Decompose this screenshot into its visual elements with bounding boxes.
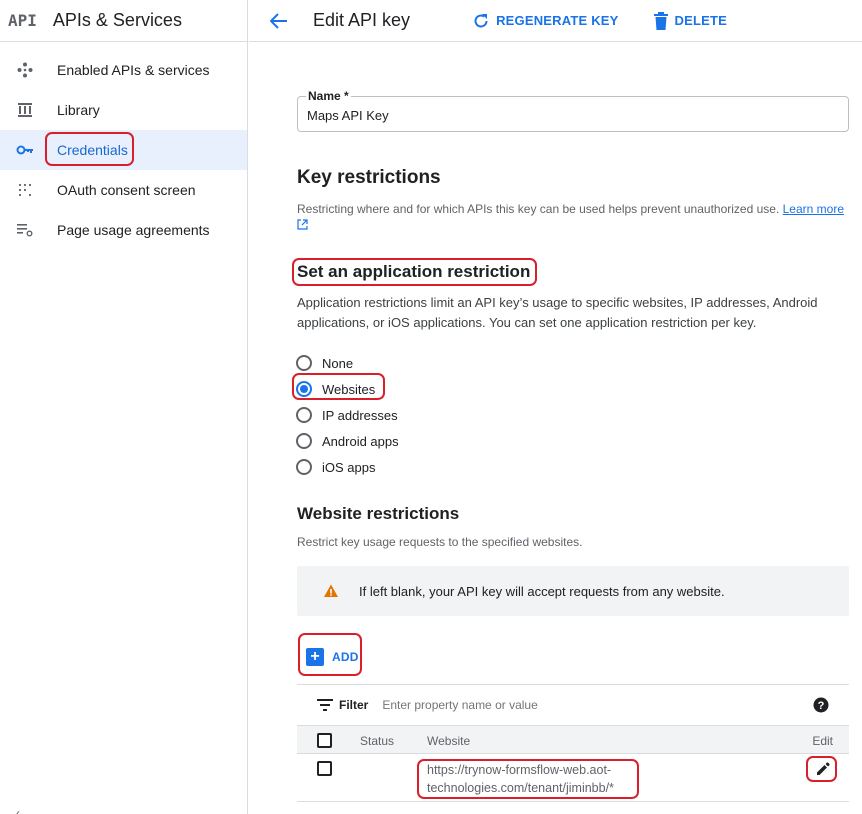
sidebar-item-label: Enabled APIs & services [57,62,210,78]
sidebar: API APIs & Services Enabled APIs & servi… [0,0,248,814]
diamond-dots-icon [16,61,34,79]
page-title: Edit API key [313,10,411,30]
key-restrictions-text: Restricting where and for which APIs thi… [297,202,780,216]
collapse-sidebar-icon[interactable]: ‹ [16,806,20,814]
key-restrictions-heading: Key restrictions [297,167,441,188]
radio-option-ip-addresses[interactable]: IP addresses [296,402,399,428]
sidebar-item-label: Library [57,102,100,118]
sidebar-item-label: Credentials [57,142,128,158]
filter-icon[interactable] [317,699,333,711]
sidebar-item-library[interactable]: Library [0,90,247,130]
library-icon [16,101,34,119]
delete-label: DELETE [674,13,728,28]
radio-button[interactable] [296,407,312,423]
radio-button[interactable] [296,433,312,449]
external-link-icon[interactable] [297,218,308,234]
sidebar-item-page-usage[interactable]: Page usage agreements [0,210,247,250]
help-icon[interactable]: ? [813,697,829,713]
add-label: ADD [332,650,359,664]
app-restriction-radio-group: None Websites IP addresses Android apps … [296,350,399,480]
regenerate-key-button[interactable]: REGENERATE KEY [472,12,618,30]
refresh-icon [474,13,488,27]
api-logo: API [8,11,37,30]
radio-option-none[interactable]: None [296,350,399,376]
settings-list-icon [16,221,34,239]
radio-button[interactable] [296,355,312,371]
table-header: Status Website Edit [297,725,849,754]
radio-label: Android apps [322,433,399,449]
radio-label: None [322,355,354,371]
sidebar-item-credentials[interactable]: Credentials [0,130,247,170]
learn-more-link[interactable]: Learn more [783,202,844,216]
column-header-status[interactable]: Status [360,734,394,748]
sidebar-item-enabled-apis[interactable]: Enabled APIs & services [0,50,247,90]
sidebar-item-label: Page usage agreements [57,222,210,238]
radio-option-android-apps[interactable]: Android apps [296,428,399,454]
warning-icon [324,584,338,597]
radio-label: Websites [322,381,376,397]
warning-banner: If left blank, your API key will accept … [297,566,849,616]
edit-pencil-icon[interactable] [813,759,833,779]
sidebar-header: API APIs & Services [0,0,247,42]
radio-option-websites[interactable]: Websites [296,376,399,402]
key-icon [16,141,34,159]
dots-grid-icon [16,181,34,199]
page-header: Edit API key REGENERATE KEY DELETE [249,0,862,42]
sidebar-item-label: OAuth consent screen [57,182,196,198]
filter-bar: Filter ? [297,684,849,725]
back-arrow-icon[interactable] [267,9,291,33]
website-restrictions-heading: Website restrictions [297,504,460,523]
sidebar-nav: Enabled APIs & services Library Credenti… [0,50,247,250]
product-title[interactable]: APIs & Services [53,10,182,31]
trash-icon [653,11,668,30]
delete-button[interactable]: DELETE [653,11,728,30]
filter-input[interactable] [382,698,783,712]
website-restrictions-description: Restrict key usage requests to the speci… [297,535,583,549]
radio-button-selected[interactable] [296,381,312,397]
website-cell: https://trynow-formsflow-web.aot-technol… [427,763,614,795]
filter-label: Filter [339,698,369,712]
radio-button[interactable] [296,459,312,475]
plus-icon: + [306,648,324,666]
row-checkbox[interactable] [317,761,332,776]
warning-text: If left blank, your API key will accept … [359,583,725,599]
sidebar-item-oauth-consent[interactable]: OAuth consent screen [0,170,247,210]
table-row: https://trynow-formsflow-web.aot-technol… [297,754,849,802]
column-header-edit: Edit [812,734,833,748]
name-field[interactable]: Name * [297,89,849,132]
svg-text:?: ? [818,700,825,712]
add-website-button[interactable]: + ADD [306,648,359,666]
app-restriction-description: Application restrictions limit an API ke… [297,295,818,330]
select-all-checkbox[interactable] [317,733,332,748]
name-input[interactable] [307,108,827,123]
regenerate-key-label: REGENERATE KEY [496,13,619,28]
key-restrictions-description: Restricting where and for which APIs thi… [297,201,847,234]
name-field-label: Name * [306,89,351,103]
app-restriction-heading: Set an application restriction [297,262,531,281]
radio-label: IP addresses [322,407,398,423]
column-header-website[interactable]: Website [427,734,470,748]
radio-label: iOS apps [322,459,376,475]
main-content: Name * Key restrictions Restricting wher… [249,43,862,814]
radio-option-ios-apps[interactable]: iOS apps [296,454,399,480]
